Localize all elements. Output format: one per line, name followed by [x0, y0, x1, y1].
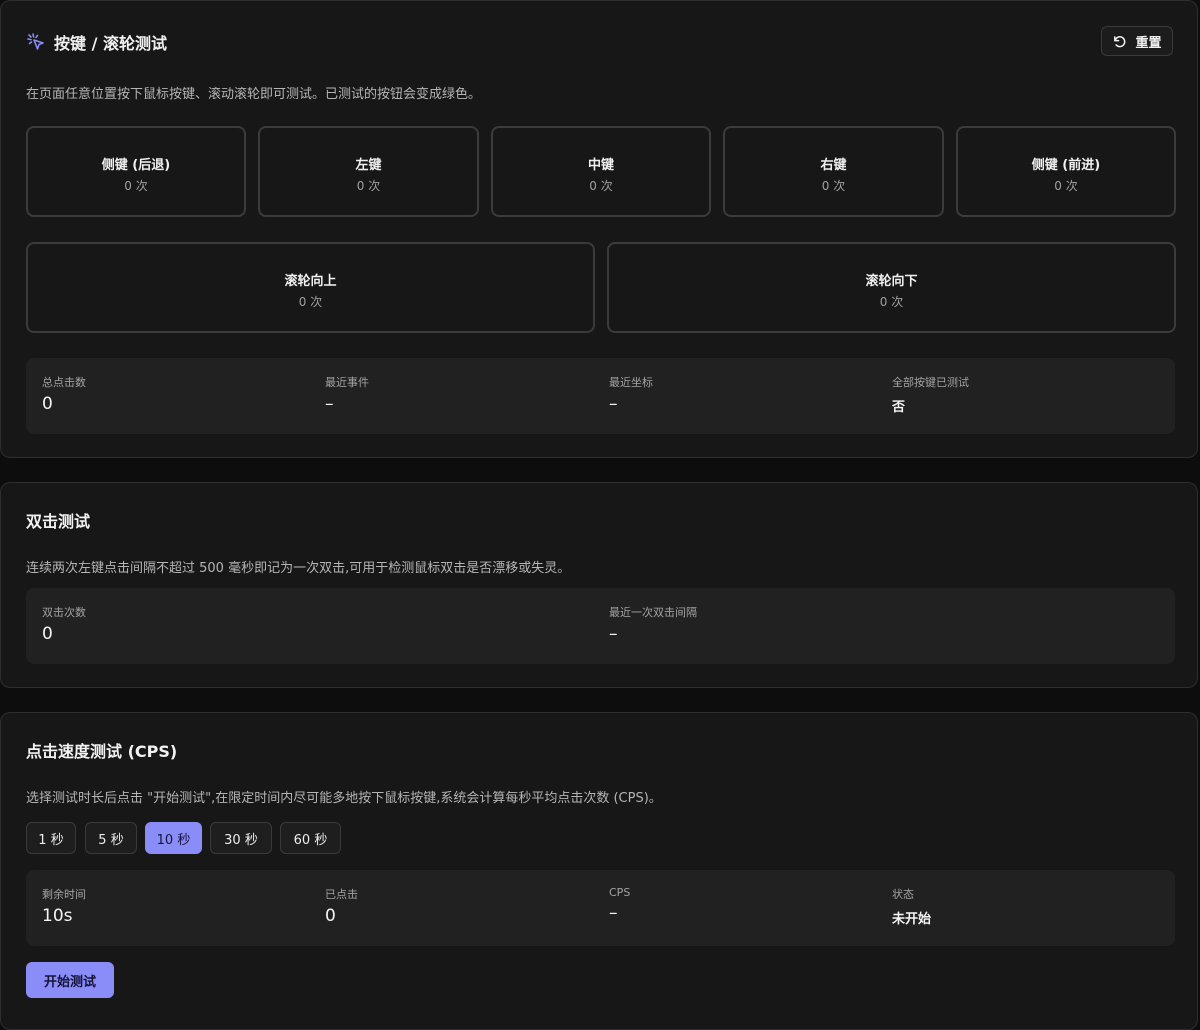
card-description: 在页面任意位置按下鼠标按键、滚动滚轮即可测试。已测试的按钮会变成绿色。 [26, 87, 482, 102]
button-name: 滚轮向下 [865, 274, 918, 289]
stat-last-interval: 最近一次双击间隔 – [609, 604, 697, 644]
mouse-pointer-click-icon [26, 32, 46, 52]
stat-clicked: 已点击 0 [325, 886, 358, 926]
side-forward-button-tile[interactable]: 侧键 (前进) 0 次 [956, 126, 1176, 217]
duration-label: 60 秒 [293, 832, 328, 848]
stat-label: 最近事件 [325, 376, 369, 389]
card-title: 点击速度测试 (CPS) [26, 742, 178, 761]
stat-value: – [609, 624, 618, 644]
button-count: 0 次 [298, 295, 323, 309]
button-name: 侧键 (后退) [101, 158, 171, 173]
card-title: 按键 / 滚轮测试 [54, 34, 167, 53]
stat-last-coords: 最近坐标 – [609, 374, 653, 414]
stat-double-click-count: 双击次数 0 [42, 604, 86, 644]
stat-value: – [609, 394, 618, 414]
button-name: 侧键 (前进) [1031, 158, 1101, 173]
wheel-down-tile[interactable]: 滚轮向下 0 次 [607, 242, 1176, 333]
stat-label: 已点击 [325, 888, 358, 901]
stat-label: 最近坐标 [609, 376, 653, 389]
start-test-label: 开始测试 [43, 974, 96, 990]
card-header: 双击测试 [26, 509, 90, 531]
duration-30s-button[interactable]: 30 秒 [210, 822, 272, 854]
double-click-stats-panel: 双击次数 0 最近一次双击间隔 – [26, 588, 1175, 664]
button-name: 中键 [587, 158, 614, 173]
button-name: 右键 [820, 158, 847, 173]
button-stats-panel: 总点击数 0 最近事件 – 最近坐标 – 全部按键已测试 否 [26, 358, 1175, 434]
reset-label: 重置 [1135, 35, 1162, 51]
stat-value: – [325, 394, 334, 414]
reset-button[interactable]: 重置 [1101, 26, 1173, 56]
button-count: 0 次 [589, 179, 613, 193]
button-count: 0 次 [124, 179, 148, 193]
duration-60s-button[interactable]: 60 秒 [280, 822, 341, 854]
button-count: 0 次 [879, 295, 904, 309]
card-description: 连续两次左键点击间隔不超过 500 毫秒即记为一次双击,可用于检测鼠标双击是否漂… [26, 561, 571, 576]
duration-5s-button[interactable]: 5 秒 [85, 822, 137, 854]
cps-test-card: 点击速度测试 (CPS) 选择测试时长后点击 "开始测试",在限定时间内尽可能多… [0, 712, 1198, 1030]
stat-status: 状态 未开始 [892, 886, 931, 927]
stat-label: 剩余时间 [42, 888, 86, 901]
button-name: 左键 [355, 158, 382, 173]
stat-cps: CPS – [609, 886, 630, 923]
button-wheel-test-card: 按键 / 滚轮测试 重置 在页面任意位置按下鼠标按键、滚动滚轮即可测试。已测试的… [0, 0, 1198, 458]
stat-label: CPS [609, 886, 631, 899]
duration-label: 1 秒 [38, 832, 64, 848]
card-header: 点击速度测试 (CPS) [26, 739, 177, 761]
start-test-button[interactable]: 开始测试 [26, 962, 114, 998]
stat-value: 0 [42, 624, 53, 644]
duration-1s-button[interactable]: 1 秒 [26, 822, 76, 854]
left-button-tile[interactable]: 左键 0 次 [258, 126, 479, 217]
card-header: 按键 / 滚轮测试 [26, 31, 167, 53]
duration-label: 10 秒 [156, 832, 191, 848]
duration-10s-button[interactable]: 10 秒 [145, 822, 202, 854]
duration-label: 5 秒 [98, 832, 124, 848]
stat-label: 双击次数 [42, 606, 86, 619]
button-count: 0 次 [1054, 179, 1078, 193]
wheel-up-tile[interactable]: 滚轮向上 0 次 [26, 242, 595, 333]
duration-label: 30 秒 [224, 832, 258, 848]
stat-last-event: 最近事件 – [325, 374, 369, 414]
stat-value: 未开始 [892, 912, 932, 927]
stat-value: 10s [42, 906, 73, 926]
side-back-button-tile[interactable]: 侧键 (后退) 0 次 [26, 126, 246, 217]
button-count: 0 次 [356, 179, 381, 193]
stat-all-tested: 全部按键已测试 否 [892, 374, 969, 415]
stat-label: 总点击数 [42, 376, 86, 389]
stat-label: 状态 [892, 888, 914, 901]
middle-button-tile[interactable]: 中键 0 次 [491, 126, 711, 217]
stat-value: 0 [325, 906, 336, 926]
stat-time-remaining: 剩余时间 10s [42, 886, 86, 926]
reset-icon [1114, 35, 1126, 47]
stat-value: 否 [892, 400, 906, 415]
double-click-test-card: 双击测试 连续两次左键点击间隔不超过 500 毫秒即记为一次双击,可用于检测鼠标… [0, 482, 1198, 688]
cps-stats-panel: 剩余时间 10s 已点击 0 CPS – 状态 未开始 [26, 870, 1175, 946]
right-button-tile[interactable]: 右键 0 次 [723, 126, 944, 217]
card-title: 双击测试 [26, 512, 91, 531]
stat-value: 0 [42, 394, 53, 414]
button-name: 滚轮向上 [284, 274, 337, 289]
stat-value: – [609, 903, 618, 923]
stat-label: 全部按键已测试 [892, 376, 969, 389]
stat-total-clicks: 总点击数 0 [42, 374, 86, 414]
button-count: 0 次 [821, 179, 846, 193]
stat-label: 最近一次双击间隔 [609, 606, 697, 619]
card-description: 选择测试时长后点击 "开始测试",在限定时间内尽可能多地按下鼠标按键,系统会计算… [26, 791, 662, 806]
